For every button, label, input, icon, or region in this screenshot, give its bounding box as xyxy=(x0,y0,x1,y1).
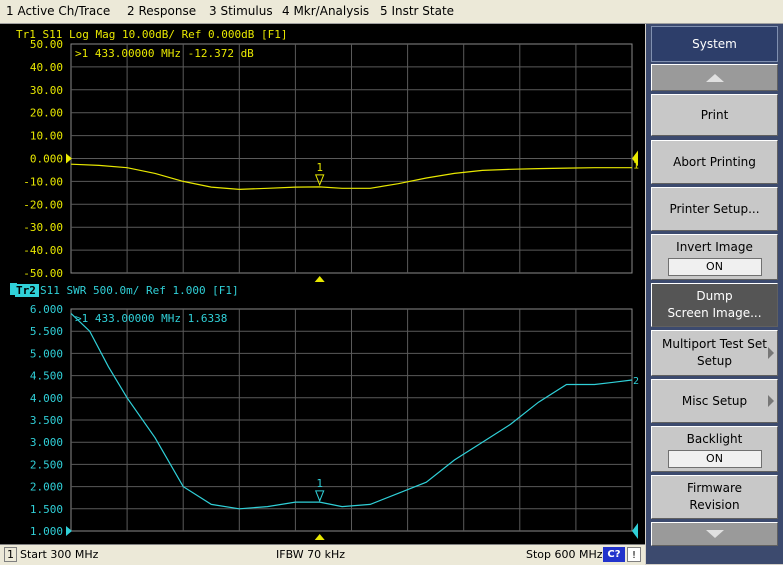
status-calibration-badge[interactable]: C? xyxy=(603,547,625,562)
firmware-revision-button[interactable]: Firmware Revision xyxy=(651,475,778,519)
print-button[interactable]: Print xyxy=(651,94,778,136)
invert-image-label: Invert Image xyxy=(676,239,753,254)
trace1-y-tick: 40.00 xyxy=(30,61,63,74)
trace2-y-tick: 2.500 xyxy=(30,458,63,471)
backlight-toggle[interactable]: Backlight ON xyxy=(651,426,778,472)
trace2-marker-icon xyxy=(314,490,325,503)
status-bar: 1 Start 300 MHz IFBW 70 kHz Stop 600 MHz… xyxy=(0,544,645,565)
multiport-line2: Setup xyxy=(697,354,732,368)
trace-plots: Tr1 S11 Log Mag 10.00dB/ Ref 0.000dB [F1… xyxy=(10,28,639,540)
submenu-arrow-icon xyxy=(768,395,774,407)
trace1-y-tick: 50.00 xyxy=(30,38,63,51)
trace1-y-tick: 10.00 xyxy=(30,130,63,143)
trace2-y-tick: 4.500 xyxy=(30,370,63,383)
status-ifbw[interactable]: IFBW 70 kHz xyxy=(276,548,345,561)
softkey-menu-title: System xyxy=(651,26,778,62)
invert-image-value: ON xyxy=(667,257,762,276)
dump-screen-image-line1: Dump xyxy=(696,289,733,303)
trace2-ref-marker-label: 2 xyxy=(633,376,639,387)
submenu-arrow-icon xyxy=(768,347,774,359)
dump-screen-image-line2: Screen Image... xyxy=(667,306,762,320)
menu-instr-state[interactable]: 5 Instr State xyxy=(380,4,454,18)
chevron-down-icon xyxy=(705,530,724,538)
trace1-y-tick: -40.00 xyxy=(23,244,63,257)
menu-active-ch-trace[interactable]: 1 Active Ch/Trace xyxy=(6,4,110,18)
trace2-marker-readout: >1 433.00000 MHz 1.6338 xyxy=(75,312,227,325)
status-channel[interactable]: 1 xyxy=(4,547,17,562)
trace1-y-tick: -30.00 xyxy=(23,221,63,234)
softkey-scroll-down[interactable] xyxy=(651,522,778,546)
trace2-y-tick: 4.000 xyxy=(30,392,63,405)
trace2-badge[interactable]: Tr2 xyxy=(16,284,36,297)
dump-screen-image-button[interactable]: Dump Screen Image... xyxy=(651,283,778,327)
status-alert-badge[interactable]: ! xyxy=(627,547,641,562)
firmware-line1: Firmware xyxy=(687,481,742,495)
chevron-up-icon xyxy=(705,73,724,82)
trace1-y-tick: 20.00 xyxy=(30,107,63,120)
trace2-y-tick: 3.500 xyxy=(30,414,63,427)
trace1-graph: 50.00 40.00 30.00 20.00 10.00 0.000 -10.00 -20.… xyxy=(23,38,639,282)
menu-mkr-analysis[interactable]: 4 Mkr/Analysis xyxy=(282,4,369,18)
trace1-marker-icon xyxy=(314,174,325,187)
status-stop-frequency[interactable]: Stop 600 MHz xyxy=(526,548,603,561)
trace2-marker-label: 1 xyxy=(316,477,323,490)
trace1-y-tick: 0.000 xyxy=(30,153,63,166)
trace2-stimulus-marker-icon xyxy=(314,534,325,540)
backlight-value: ON xyxy=(667,449,762,468)
trace1-ref-marker-label: 1 xyxy=(633,161,639,172)
misc-setup-label: Misc Setup xyxy=(681,393,748,408)
trace1-y-tick: -50.00 xyxy=(23,267,63,280)
trace2-ref-right-arrow xyxy=(632,523,638,539)
trace1-marker-label: 1 xyxy=(316,161,323,174)
menu-bar: 1 Active Ch/Trace 2 Response 3 Stimulus … xyxy=(0,0,783,24)
trace2-y-tick: 6.000 xyxy=(30,303,63,316)
abort-printing-button[interactable]: Abort Printing xyxy=(651,140,778,184)
trace2-header: S11 SWR 500.0m/ Ref 1.000 [F1] xyxy=(40,284,239,297)
trace1-stimulus-marker-icon xyxy=(314,276,325,282)
trace2-y-tick: 2.000 xyxy=(30,481,63,494)
firmware-line2: Revision xyxy=(689,498,740,512)
trace1-y-tick: 30.00 xyxy=(30,84,63,97)
trace1-y-tick: -10.00 xyxy=(23,175,63,188)
status-start-frequency[interactable]: Start 300 MHz xyxy=(20,548,98,561)
trace2-y-tick: 3.000 xyxy=(30,436,63,449)
menu-response[interactable]: 2 Response xyxy=(127,4,196,18)
softkey-panel: System Print Abort Printing Printer Setu… xyxy=(646,24,783,564)
multiport-line1: Multiport Test Set xyxy=(662,337,767,351)
trace2-y-tick: 1.500 xyxy=(30,503,63,516)
trace2-y-tick: 5.500 xyxy=(30,325,63,338)
misc-setup-button[interactable]: Misc Setup xyxy=(651,379,778,423)
menu-stimulus[interactable]: 3 Stimulus xyxy=(209,4,273,18)
trace1-marker-readout: >1 433.00000 MHz -12.372 dB xyxy=(75,47,254,60)
multiport-test-set-setup-button[interactable]: Multiport Test Set Setup xyxy=(651,330,778,376)
backlight-label: Backlight xyxy=(686,431,743,446)
softkey-scroll-up[interactable] xyxy=(651,64,778,91)
trace2-y-tick: 1.000 xyxy=(30,525,63,538)
printer-setup-button[interactable]: Printer Setup... xyxy=(651,187,778,231)
trace2-graph: 6.000 5.500 5.000 4.500 4.000 3.500 3.000 2.500… xyxy=(30,303,639,540)
measurement-display: Tr1 S11 Log Mag 10.00dB/ Ref 0.000dB [F1… xyxy=(0,24,645,544)
trace1-y-tick: -20.00 xyxy=(23,198,63,211)
invert-image-toggle[interactable]: Invert Image ON xyxy=(651,234,778,280)
trace2-y-tick: 5.000 xyxy=(30,347,63,360)
